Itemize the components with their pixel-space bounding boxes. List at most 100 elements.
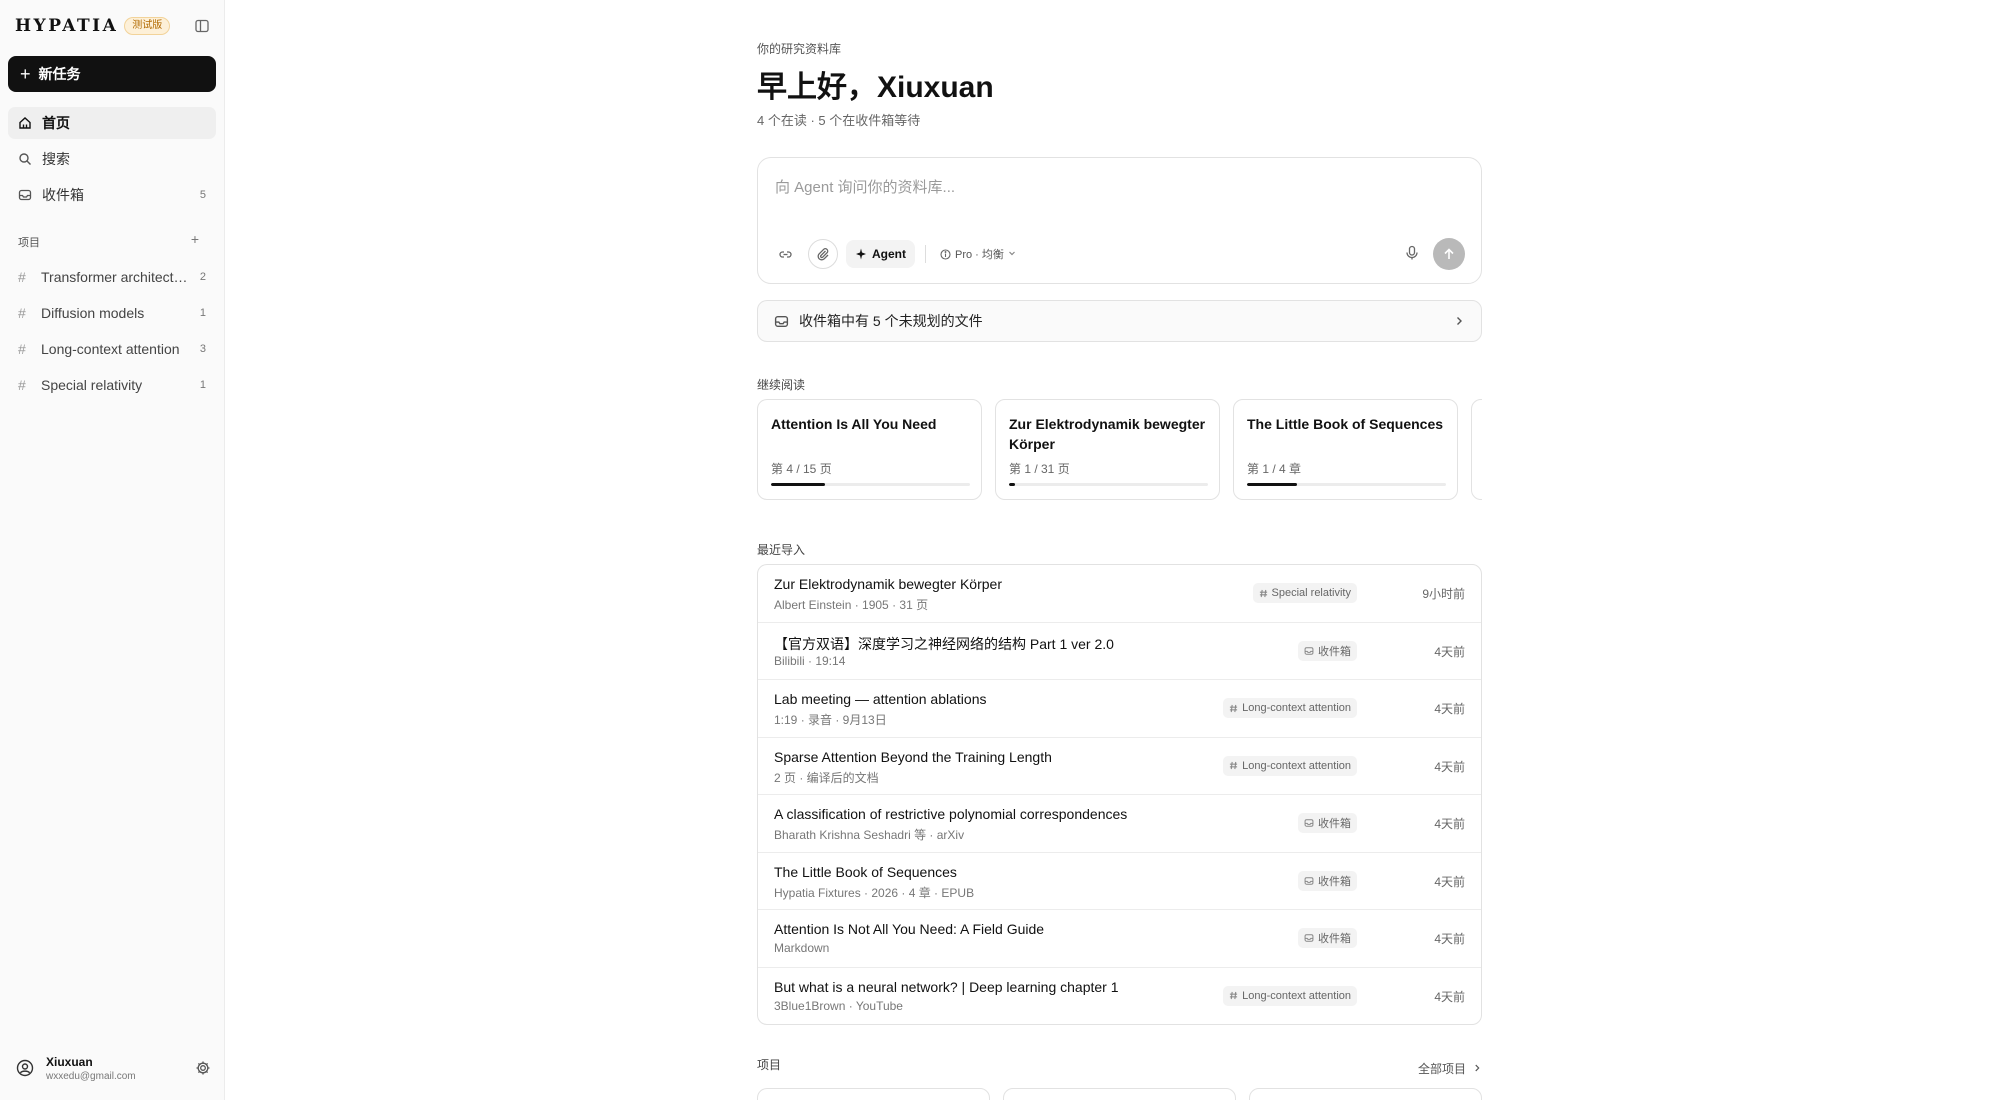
- recent-import-tag[interactable]: 收件箱: [1298, 870, 1357, 891]
- add-project-icon[interactable]: +: [188, 232, 202, 246]
- project-count: 1: [199, 379, 206, 391]
- project-count: 1: [199, 307, 206, 319]
- microphone-icon[interactable]: [1403, 244, 1421, 262]
- progress-bar: [1009, 483, 1208, 486]
- recent-import-time: 4天前: [1434, 817, 1465, 831]
- reading-card-title: Zur Elektrodynamik bewegter Körper: [1009, 416, 1206, 452]
- recent-import-row[interactable]: The Little Book of Sequences Hypatia Fixt…: [758, 853, 1481, 910]
- hash-icon: #: [18, 269, 26, 285]
- app-logo[interactable]: HYPATIA: [15, 16, 118, 36]
- agent-composer[interactable]: 向 Agent 询问你的资料库... Agent Pro · 均衡: [757, 157, 1482, 284]
- divider: [925, 245, 926, 263]
- reading-card[interactable]: Zur Elektrodynamik bewegter Körper 第 1 /…: [995, 399, 1220, 500]
- sidebar-item-label: 首页: [42, 115, 70, 131]
- reading-card[interactable]: The Little Book of Sequences 第 1 / 4 章: [1233, 399, 1458, 500]
- chevron-right-icon: [1453, 314, 1465, 330]
- sidebar-item-label: 搜索: [42, 151, 70, 167]
- sidebar-project-item[interactable]: # Special relativity 1: [8, 369, 216, 401]
- projects-label: 项目: [757, 1058, 782, 1072]
- project-count: 3: [199, 343, 206, 355]
- recent-import-time: 4天前: [1434, 702, 1465, 716]
- model-select-label: Pro · 均衡: [955, 249, 1004, 261]
- reading-card-progress-text: 第 1 / 4 章: [1247, 462, 1302, 476]
- reading-card-partial[interactable]: [1471, 399, 1482, 500]
- recent-import-meta: Bilibili · 19:14: [774, 653, 846, 668]
- recent-import-tag[interactable]: Long-context attention: [1223, 755, 1357, 776]
- recent-import-tag-label: 收件箱: [1318, 875, 1351, 888]
- sidebar-item-inbox[interactable]: 收件箱 5: [8, 179, 216, 211]
- project-name: Special relativity: [41, 377, 143, 393]
- link-icon[interactable]: [770, 239, 800, 269]
- recent-import-tag[interactable]: Long-context attention: [1223, 698, 1357, 718]
- recent-import-meta: Hypatia Fixtures · 2026 · 4 章 · EPUB: [774, 885, 975, 900]
- user-name: Xiuxuan: [46, 1054, 93, 1069]
- recent-import-row[interactable]: But what is a neural network? | Deep lea…: [758, 968, 1481, 1025]
- recent-import-row[interactable]: Sparse Attention Beyond the Training Len…: [758, 738, 1481, 795]
- recent-imports-list: Zur Elektrodynamik bewegter Körper Albert…: [757, 564, 1482, 1025]
- sidebar-project-item[interactable]: # Long-context attention 3: [8, 333, 216, 365]
- sidebar-collapse-icon[interactable]: [194, 18, 210, 34]
- progress-fill: [1247, 483, 1297, 486]
- project-cards: [757, 1088, 1482, 1100]
- sidebar-item-search[interactable]: 搜索: [8, 143, 216, 175]
- recent-import-row[interactable]: Attention Is Not All You Need: A Field G…: [758, 910, 1481, 968]
- continue-reading-strip: Attention Is All You Need 第 4 / 15 页 Zur…: [757, 399, 1482, 500]
- continue-reading-label: 继续阅读: [757, 378, 806, 392]
- new-task-button[interactable]: + 新任务: [8, 56, 216, 92]
- attachment-icon[interactable]: [808, 239, 838, 269]
- inbox-icon: [18, 188, 32, 202]
- recent-import-tag[interactable]: 收件箱: [1298, 813, 1357, 833]
- recent-import-time: 9小时前: [1422, 587, 1465, 601]
- search-icon: [18, 152, 32, 166]
- progress-fill: [1009, 483, 1015, 486]
- recent-import-row[interactable]: 【官方双语】深度学习之神经网络的结构 Part 1 ver 2.0 Bilibil…: [758, 623, 1481, 680]
- page-title: 早上好，Xiuxuan: [757, 71, 994, 104]
- recent-import-time: 4天前: [1434, 932, 1465, 946]
- progress-bar: [1247, 483, 1446, 486]
- recent-import-tag[interactable]: 收件箱: [1298, 640, 1357, 661]
- hash-icon: #: [18, 341, 26, 357]
- recent-import-tag-label: 收件箱: [1318, 645, 1351, 658]
- recent-imports-label: 最近导入: [757, 543, 806, 557]
- progress-fill: [771, 483, 825, 486]
- inbox-icon: [1304, 876, 1314, 886]
- settings-gear-icon[interactable]: [195, 1060, 211, 1076]
- recent-import-title: The Little Book of Sequences: [774, 863, 957, 880]
- model-select[interactable]: Pro · 均衡: [940, 246, 1020, 262]
- project-card[interactable]: [1003, 1088, 1236, 1100]
- recent-import-title: Zur Elektrodynamik bewegter Körper: [774, 576, 1002, 592]
- recent-import-title: Lab meeting — attention ablations: [774, 691, 987, 707]
- recent-import-tag[interactable]: Long-context attention: [1223, 985, 1357, 1006]
- recent-import-row[interactable]: A classification of restrictive polynomi…: [758, 795, 1481, 853]
- user-profile[interactable]: Xiuxuan wxxedu@gmail.com: [16, 1048, 211, 1088]
- chevron-right-icon: [1472, 1062, 1482, 1076]
- brand-row: HYPATIA 测试版: [15, 14, 210, 38]
- sidebar-project-item[interactable]: # Diffusion models 1: [8, 297, 216, 329]
- recent-import-meta: Bharath Krishna Seshadri 等 · arXiv: [774, 828, 965, 842]
- all-projects-link[interactable]: 全部项目: [1418, 1060, 1482, 1077]
- recent-import-row[interactable]: Zur Elektrodynamik bewegter Körper Albert…: [758, 565, 1481, 623]
- agent-mode-button[interactable]: Agent: [846, 240, 915, 268]
- composer-toolbar: Agent Pro · 均衡: [770, 239, 1020, 269]
- inbox-banner[interactable]: 收件箱中有 5 个未规划的文件: [757, 300, 1482, 342]
- recent-import-row[interactable]: Lab meeting — attention ablations 1:19 · …: [758, 680, 1481, 738]
- reading-card-title: The Little Book of Sequences: [1247, 416, 1444, 432]
- project-count: 2: [199, 271, 206, 283]
- hash-icon: #: [18, 305, 26, 321]
- composer-input[interactable]: 向 Agent 询问你的资料库...: [775, 176, 955, 197]
- recent-import-tag-label: Special relativity: [1271, 587, 1351, 599]
- recent-import-title: Sparse Attention Beyond the Training Len…: [774, 748, 1052, 765]
- project-card[interactable]: [757, 1088, 990, 1100]
- recent-import-tag[interactable]: Special relativity: [1252, 583, 1357, 603]
- recent-import-tag[interactable]: 收件箱: [1298, 928, 1357, 948]
- reading-card[interactable]: Attention Is All You Need 第 4 / 15 页: [757, 399, 982, 500]
- arrow-up-icon: [1444, 248, 1454, 259]
- recent-import-title: 【官方双语】深度学习之神经网络的结构 Part 1 ver 2.0: [774, 635, 1114, 652]
- recent-import-meta: 3Blue1Brown · YouTube: [774, 998, 903, 1013]
- send-button[interactable]: [1433, 238, 1465, 270]
- project-card[interactable]: [1249, 1088, 1482, 1100]
- recent-import-meta: 1:19 · 录音 · 9月13日: [774, 713, 887, 727]
- sidebar-item-home[interactable]: 首页: [8, 107, 216, 139]
- sidebar-project-item[interactable]: # Transformer architecture 2: [8, 261, 216, 293]
- project-name: Transformer architecture: [41, 269, 191, 285]
